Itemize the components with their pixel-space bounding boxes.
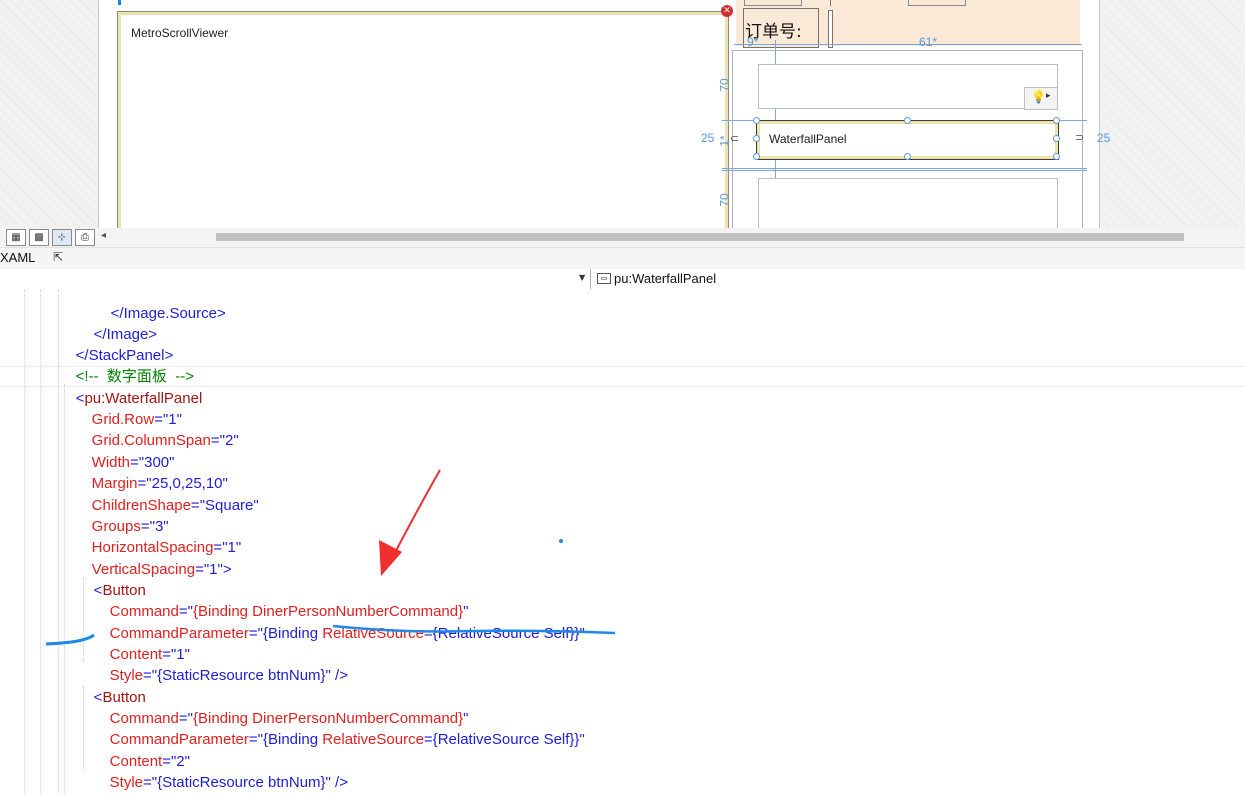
artboard-background-button[interactable]: ▩ bbox=[29, 229, 49, 246]
margin-link-icon[interactable]: ⊂ bbox=[730, 132, 739, 145]
control-placeholder[interactable] bbox=[758, 178, 1058, 228]
red-arrow-annotation bbox=[389, 469, 441, 563]
metroscrollviewer-label: MetroScrollViewer bbox=[131, 26, 229, 40]
snap-gridlines-button[interactable]: ⊹ bbox=[52, 229, 72, 246]
chevron-down-icon[interactable]: ▼ bbox=[579, 273, 585, 282]
grid-border bbox=[732, 50, 1083, 51]
header-element[interactable] bbox=[908, 0, 966, 6]
snap-snaplines-button[interactable]: ⎙ bbox=[75, 229, 95, 246]
close-icon[interactable]: ✕ bbox=[721, 5, 733, 17]
blue-underline-annotation bbox=[332, 624, 616, 635]
resize-handle[interactable] bbox=[1053, 117, 1060, 124]
horizontal-scrollbar[interactable] bbox=[216, 233, 1184, 241]
tab-xaml[interactable]: XAML bbox=[0, 250, 35, 265]
grid-splitter[interactable] bbox=[828, 10, 833, 48]
resize-handle[interactable] bbox=[904, 117, 911, 124]
resize-handle[interactable] bbox=[753, 117, 760, 124]
element-dropdown-left[interactable]: ▼ bbox=[0, 269, 591, 289]
chevron-right-icon: ▸ bbox=[1046, 91, 1051, 101]
column-ruler-line bbox=[734, 44, 1082, 45]
element-dropdown-right[interactable]: ▭ pu:WaterfallPanel bbox=[592, 269, 1245, 289]
selection-marker bbox=[118, 0, 121, 5]
header-element[interactable] bbox=[744, 0, 802, 6]
annotation-overlay bbox=[45, 469, 616, 646]
grid-view-button[interactable]: ▦ bbox=[6, 229, 26, 246]
margin-right-value[interactable]: 25 bbox=[1097, 131, 1110, 145]
popout-icon[interactable]: ⇱ bbox=[53, 250, 63, 264]
editor-pane-tabs: XAML ⇱ bbox=[0, 248, 1245, 270]
margin-left-value[interactable]: 25 bbox=[701, 131, 714, 145]
resize-handle[interactable] bbox=[1053, 153, 1060, 160]
resize-handle[interactable] bbox=[1053, 135, 1060, 142]
resize-handle[interactable] bbox=[753, 153, 760, 160]
designer-view-toolbar: ▦ ▩ ⊹ ⎙ ◂ bbox=[0, 228, 1245, 248]
metroscrollviewer-control[interactable]: MetroScrollViewer bbox=[117, 11, 729, 228]
column-width-right[interactable]: 61* bbox=[919, 35, 937, 49]
resize-handle[interactable] bbox=[753, 135, 760, 142]
xaml-designer-surface[interactable]: MetroScrollViewer ✕ 订单号: 9* 61* 70 1* 70… bbox=[0, 0, 1245, 228]
row-guide-line bbox=[722, 168, 1087, 169]
row-height-bottom[interactable]: 70 bbox=[718, 193, 732, 206]
selected-element-name: pu:WaterfallPanel bbox=[614, 271, 717, 286]
quick-actions-button[interactable]: 💡 ▸ bbox=[1024, 87, 1058, 110]
control-placeholder[interactable] bbox=[758, 64, 1058, 109]
blue-left-mark-annotation bbox=[45, 633, 95, 646]
lightbulb-icon: 💡 bbox=[1031, 90, 1046, 104]
row-height-top[interactable]: 70 bbox=[718, 78, 732, 91]
waterfallpanel-label: WaterfallPanel bbox=[769, 132, 847, 146]
navigation-bar: ▼ ▭ pu:WaterfallPanel bbox=[0, 269, 1245, 291]
resize-handle[interactable] bbox=[904, 153, 911, 160]
column-width-left[interactable]: 9* bbox=[747, 35, 758, 49]
scroll-left-icon[interactable]: ◂ bbox=[101, 230, 106, 241]
element-icon: ▭ bbox=[597, 273, 611, 284]
margin-link-icon[interactable]: ⊃ bbox=[1075, 131, 1084, 144]
xaml-code-editor[interactable]: </Image.Source> </Image> </StackPanel> <… bbox=[0, 290, 1245, 794]
row-guide-line bbox=[722, 170, 1087, 171]
column-divider bbox=[830, 0, 831, 6]
